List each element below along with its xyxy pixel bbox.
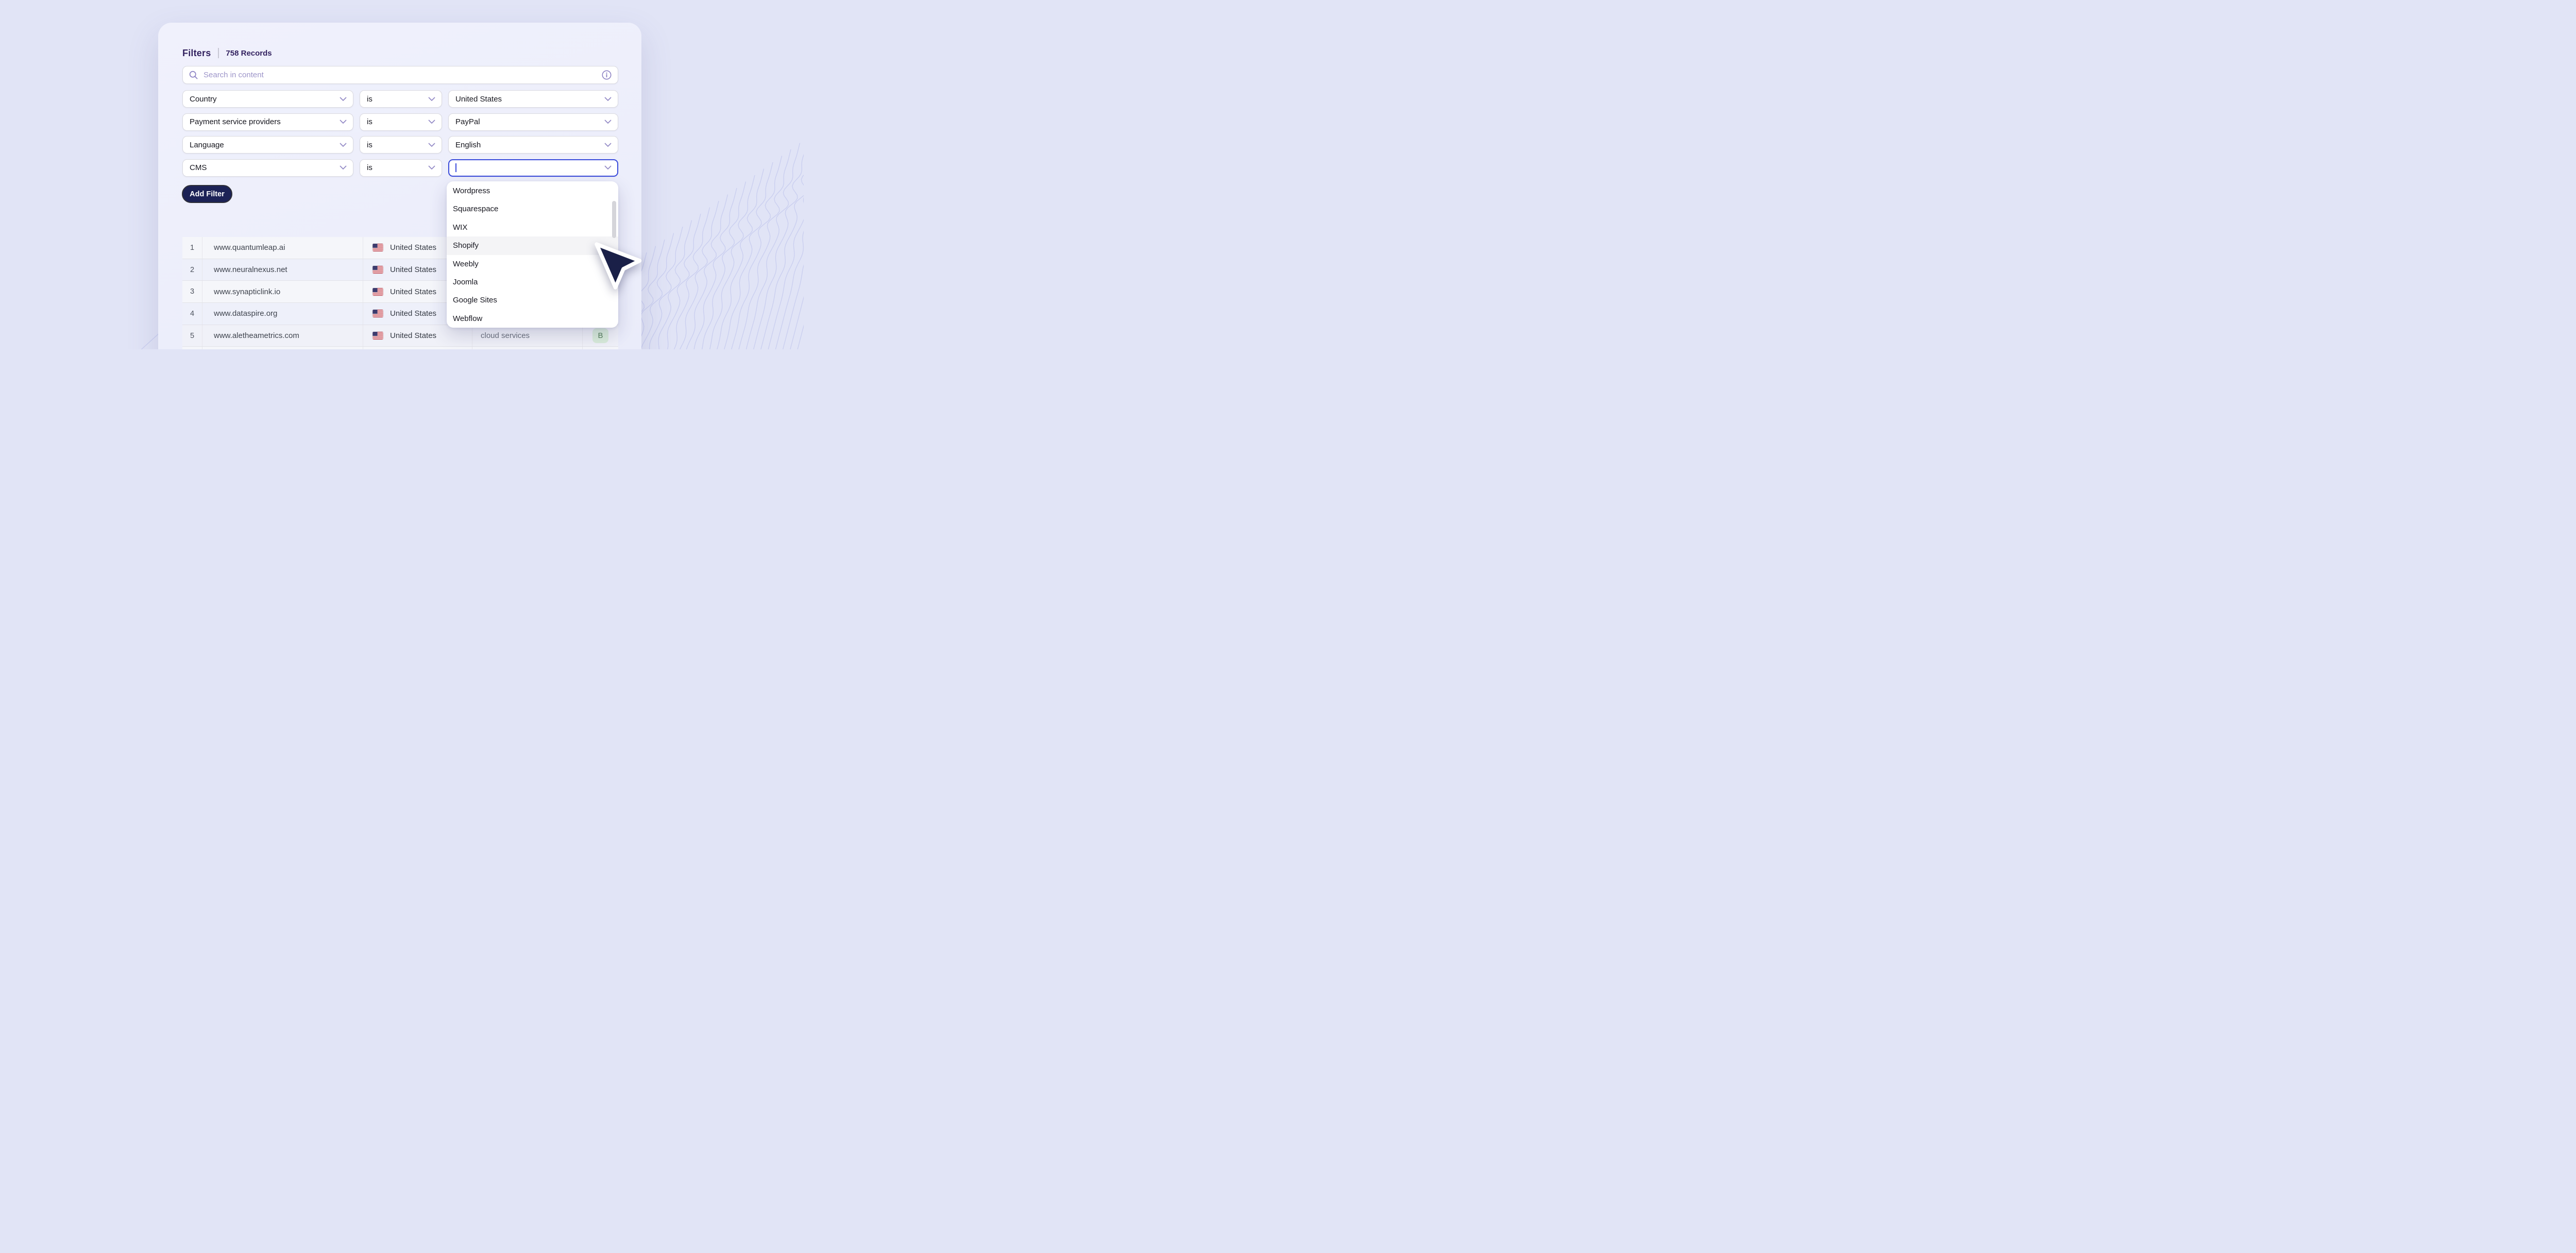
- value-select[interactable]: English: [448, 136, 618, 154]
- add-filter-button[interactable]: Add Filter: [182, 185, 232, 203]
- row-domain: www.neuralnexus.net: [202, 259, 363, 281]
- us-flag-icon: [372, 332, 383, 340]
- row-category: cloud services: [472, 325, 583, 347]
- cms-options-dropdown: Wordpress Squarespace WIX Shopify Weebly…: [447, 181, 618, 328]
- operator-select[interactable]: is: [360, 136, 442, 154]
- us-flag-icon: [372, 288, 383, 296]
- chevron-down-icon: [604, 120, 612, 124]
- filter-row-language: Language is English: [158, 136, 641, 154]
- operator-select-value: is: [367, 117, 428, 126]
- info-icon[interactable]: [602, 70, 612, 80]
- country-label: United States: [390, 243, 436, 252]
- value-select-value: PayPal: [455, 117, 604, 126]
- dropdown-option[interactable]: Wordpress: [447, 182, 618, 200]
- row-domain: www.synapticlink.io: [202, 281, 363, 302]
- country-label: United States: [390, 287, 436, 296]
- operator-select[interactable]: is: [360, 90, 442, 108]
- dropdown-option-highlighted[interactable]: Shopify: [447, 236, 618, 255]
- chevron-down-icon: [340, 120, 347, 124]
- chevron-down-icon: [428, 97, 435, 101]
- field-select-value: CMS: [190, 163, 340, 172]
- table-row-partial: [182, 347, 618, 349]
- search-input[interactable]: [202, 70, 602, 80]
- value-select-value: United States: [455, 95, 604, 104]
- chevron-down-icon: [604, 97, 612, 101]
- field-select[interactable]: Payment service providers: [182, 113, 353, 131]
- row-index: 4: [182, 303, 202, 325]
- field-select[interactable]: Country: [182, 90, 353, 108]
- row-country: United States: [363, 325, 472, 347]
- row-index: 2: [182, 259, 202, 281]
- value-select-value: English: [455, 141, 604, 149]
- field-select-value: Language: [190, 141, 340, 149]
- dropdown-option[interactable]: Google Sites: [447, 291, 618, 309]
- row-domain: www.aletheametrics.com: [202, 325, 363, 347]
- chevron-down-icon: [340, 97, 347, 101]
- search-bar[interactable]: [182, 66, 618, 84]
- chevron-down-icon: [604, 143, 612, 147]
- card-header: Filters 758 Records: [182, 46, 272, 60]
- dropdown-option[interactable]: WIX: [447, 218, 618, 236]
- text-cursor: [455, 163, 456, 172]
- filter-row-cms: CMS is: [158, 159, 641, 177]
- us-flag-icon: [372, 266, 383, 274]
- dropdown-option[interactable]: Joomla: [447, 273, 618, 291]
- field-select-value: Country: [190, 95, 340, 104]
- chevron-down-icon: [604, 165, 612, 170]
- chevron-down-icon: [340, 165, 347, 170]
- chevron-down-icon: [428, 143, 435, 147]
- page-title: Filters: [182, 48, 211, 59]
- operator-select[interactable]: is: [360, 159, 442, 177]
- field-select[interactable]: CMS: [182, 159, 353, 177]
- operator-select[interactable]: is: [360, 113, 442, 131]
- row-grade: B: [583, 325, 618, 347]
- filter-row-country: Country is United States: [158, 90, 641, 108]
- row-index: 5: [182, 325, 202, 347]
- header-divider: [218, 48, 219, 58]
- dropdown-option[interactable]: Weebly: [447, 255, 618, 273]
- value-select[interactable]: PayPal: [448, 113, 618, 131]
- page: Filters 758 Records Country is: [0, 0, 804, 349]
- cms-value-combobox-focused[interactable]: [448, 159, 618, 177]
- row-index: 1: [182, 237, 202, 259]
- country-label: United States: [390, 309, 436, 318]
- operator-select-value: is: [367, 95, 428, 104]
- chevron-down-icon: [428, 165, 435, 170]
- search-icon: [189, 71, 198, 79]
- field-select-value: Payment service providers: [190, 117, 340, 126]
- value-select[interactable]: United States: [448, 90, 618, 108]
- operator-select-value: is: [367, 163, 428, 172]
- table-row[interactable]: 5 www.aletheametrics.com United States c…: [182, 325, 618, 347]
- field-select[interactable]: Language: [182, 136, 353, 154]
- chevron-down-icon: [340, 143, 347, 147]
- filter-row-payment: Payment service providers is PayPal: [158, 113, 641, 131]
- dropdown-scrollbar[interactable]: [612, 201, 616, 238]
- row-domain: www.dataspire.org: [202, 303, 363, 325]
- dropdown-option[interactable]: Squarespace: [447, 200, 618, 218]
- us-flag-icon: [372, 244, 383, 251]
- grade-badge: B: [592, 328, 608, 343]
- chevron-down-icon: [428, 120, 435, 124]
- country-label: United States: [390, 265, 436, 274]
- us-flag-icon: [372, 310, 383, 317]
- operator-select-value: is: [367, 141, 428, 149]
- row-domain: www.quantumleap.ai: [202, 237, 363, 259]
- country-label: United States: [390, 331, 436, 340]
- filters-card: Filters 758 Records Country is: [158, 23, 641, 349]
- row-index: 3: [182, 281, 202, 302]
- dropdown-option[interactable]: Webflow: [447, 310, 618, 328]
- records-count: 758 Records: [226, 49, 272, 58]
